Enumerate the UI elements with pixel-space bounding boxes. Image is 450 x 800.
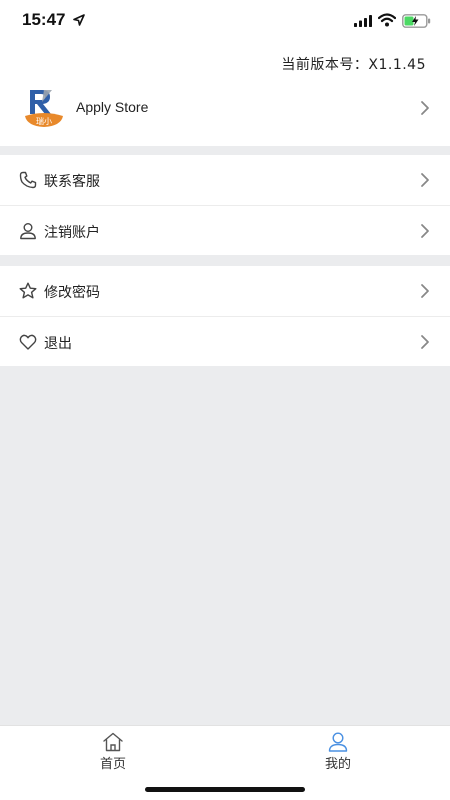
home-icon (103, 732, 123, 752)
status-time: 15:47 (22, 10, 66, 29)
home-indicator (145, 787, 305, 792)
menu-item-label: 退出 (44, 336, 72, 352)
chevron-right-icon (421, 101, 429, 115)
tab-home[interactable]: 首页 (73, 732, 153, 774)
logo-text: 瑞小 (36, 116, 52, 126)
menu-item-contact-support[interactable]: 联系客服 (0, 155, 450, 205)
chevron-right-icon (421, 224, 429, 238)
menu-item-change-password[interactable]: 修改密码 (0, 266, 450, 316)
cellular-signal-icon (354, 15, 372, 27)
heart-icon (19, 334, 37, 350)
menu-item-delete-account[interactable]: 注销账户 (0, 205, 450, 255)
status-bar: 15:47 (0, 0, 450, 44)
menu-group-support: 联系客服 注销账户 (0, 155, 450, 255)
menu-group-account: 修改密码 退出 (0, 266, 450, 366)
chevron-right-icon (421, 335, 429, 349)
location-arrow-icon (73, 14, 85, 26)
app-name: Apply Store (76, 99, 149, 115)
menu-item-label: 注销账户 (44, 225, 100, 241)
menu-item-logout[interactable]: 退出 (0, 316, 450, 366)
user-icon (20, 223, 36, 240)
tab-me[interactable]: 我的 (298, 732, 378, 774)
menu-item-label: 修改密码 (44, 285, 100, 301)
profile-header: 当前版本号：X1.1.45 瑞小 Apply Store (0, 44, 450, 146)
chevron-right-icon (421, 284, 429, 298)
menu-item-label: 联系客服 (44, 174, 100, 190)
wifi-icon (378, 13, 396, 27)
tab-label: 我的 (324, 757, 351, 772)
person-icon (328, 732, 348, 752)
chevron-right-icon (421, 173, 429, 187)
version-text: 当前版本号：X1.1.45 (281, 57, 426, 73)
battery-charging-icon (402, 14, 431, 28)
phone-icon (19, 171, 37, 189)
app-row[interactable]: 瑞小 Apply Store (0, 80, 450, 136)
star-icon (19, 282, 37, 299)
app-logo: 瑞小 (25, 90, 63, 127)
tab-label: 首页 (99, 757, 126, 772)
